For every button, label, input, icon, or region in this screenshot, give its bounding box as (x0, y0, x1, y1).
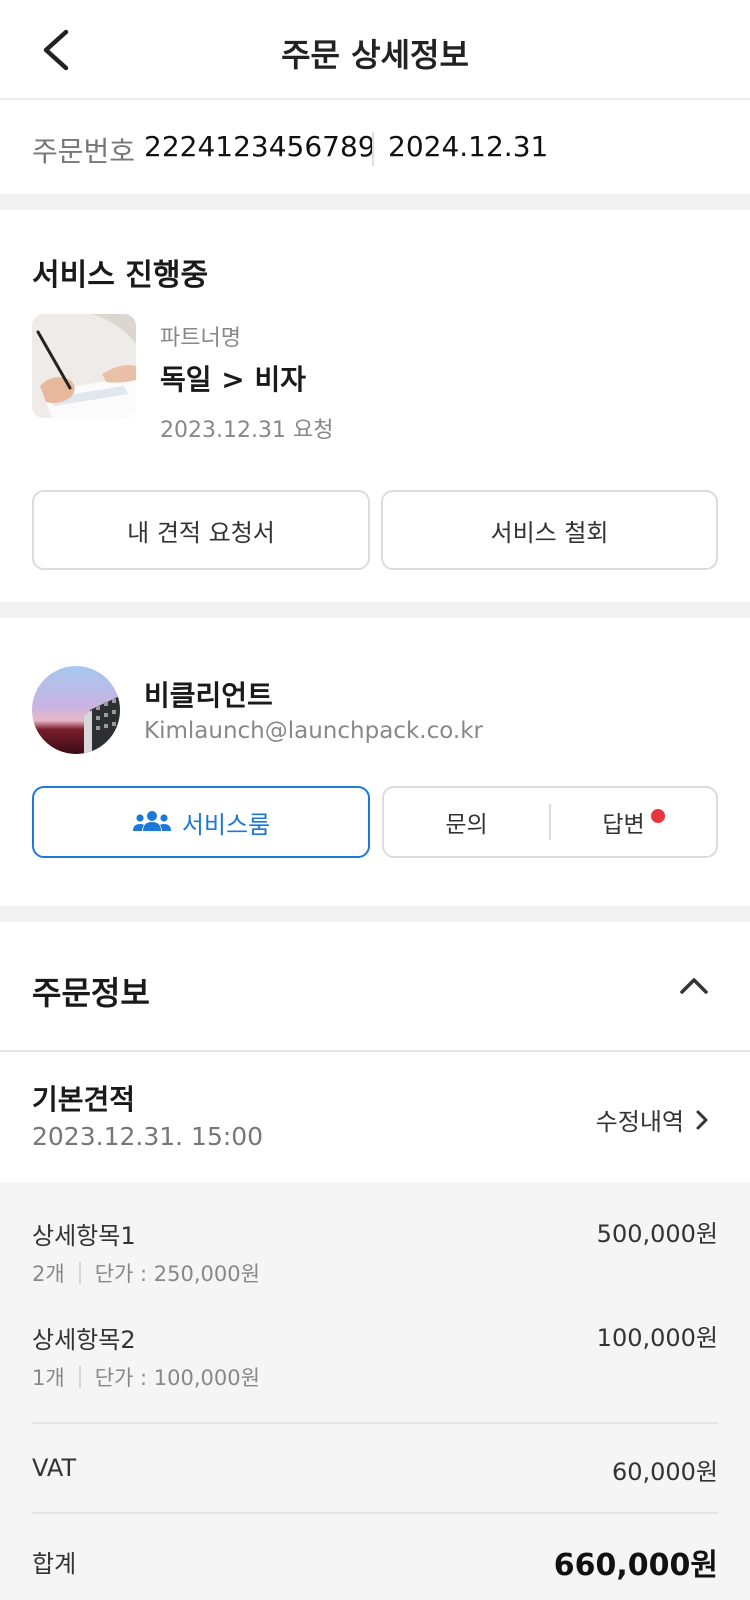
request-date: 2023.12.31 요청 (160, 418, 334, 443)
client-email: Kimlaunch@launchpack.co.kr (144, 718, 483, 744)
total-value: 660,000원 (553, 1548, 718, 1583)
item-quantity: 2개 (32, 1262, 65, 1286)
collapse-button[interactable] (676, 968, 712, 1004)
page-title: 주문 상세정보 (281, 36, 469, 74)
item-name: 상세항목1 (32, 1222, 136, 1250)
item-price: 500,000원 (596, 1220, 718, 1248)
notification-dot (650, 809, 665, 823)
edit-history-label: 수정내역 (595, 1108, 684, 1136)
answer-button[interactable]: 답변 (551, 788, 716, 856)
avatar (32, 666, 120, 754)
chevron-right-icon (696, 1110, 708, 1129)
service-room-label: 서비스룸 (181, 810, 271, 839)
service-status-title: 서비스 진행중 (32, 258, 209, 293)
answer-label: 답변 (602, 812, 645, 838)
quote-request-button[interactable]: 내 견적 요청서 (32, 490, 370, 570)
item-meta: 1개 단가 : 100,000원 (32, 1362, 260, 1392)
divider (0, 1050, 750, 1052)
section-gap (0, 602, 750, 618)
divider (32, 1512, 718, 1514)
inquiry-answer-group: 문의 답변 (382, 786, 718, 858)
edit-history-link[interactable]: 수정내역 (596, 1102, 710, 1137)
order-number: 2224123456789 (144, 130, 376, 163)
divider (372, 132, 374, 166)
item-unit-price: 단가 : 100,000원 (94, 1366, 260, 1390)
section-gap (0, 906, 750, 922)
order-number-row: 주문번호 2224123456789 2024.12.31 (0, 102, 750, 194)
quote-detail-panel: 상세항목1 2개 단가 : 250,000원 500,000원 상세항목2 1개… (0, 1182, 750, 1600)
divider (78, 1366, 81, 1388)
partner-label: 파트너명 (160, 326, 241, 351)
vat-value: 60,000원 (611, 1458, 718, 1486)
inquiry-button[interactable]: 문의 (384, 788, 549, 856)
item-meta: 2개 단가 : 250,000원 (32, 1258, 260, 1288)
divider (78, 1262, 81, 1284)
order-info-title: 주문정보 (32, 974, 150, 1012)
order-date: 2024.12.31 (388, 130, 549, 163)
withdraw-service-button[interactable]: 서비스 철회 (381, 490, 718, 570)
base-quote-title: 기본견적 (32, 1083, 136, 1116)
people-icon (132, 811, 171, 831)
item-quantity: 1개 (32, 1366, 65, 1390)
base-quote-date: 2023.12.31. 15:00 (32, 1122, 264, 1151)
partner-name: 독일 > 비자 (160, 363, 306, 396)
divider (32, 1422, 718, 1424)
item-name: 상세항목2 (32, 1326, 136, 1354)
total-label: 합계 (32, 1550, 77, 1578)
partner-thumbnail (32, 314, 136, 418)
order-number-label: 주문번호 (32, 135, 136, 168)
item-unit-price: 단가 : 250,000원 (94, 1262, 260, 1286)
service-room-button[interactable]: 서비스룸 (32, 786, 370, 858)
chevron-up-icon (680, 978, 708, 994)
item-price: 100,000원 (596, 1324, 718, 1352)
section-gap (0, 194, 750, 210)
vat-label: VAT (32, 1454, 77, 1482)
app-header: 주문 상세정보 (0, 0, 750, 100)
inquiry-label: 문의 (445, 812, 488, 838)
client-name: 비클리언트 (144, 679, 273, 712)
